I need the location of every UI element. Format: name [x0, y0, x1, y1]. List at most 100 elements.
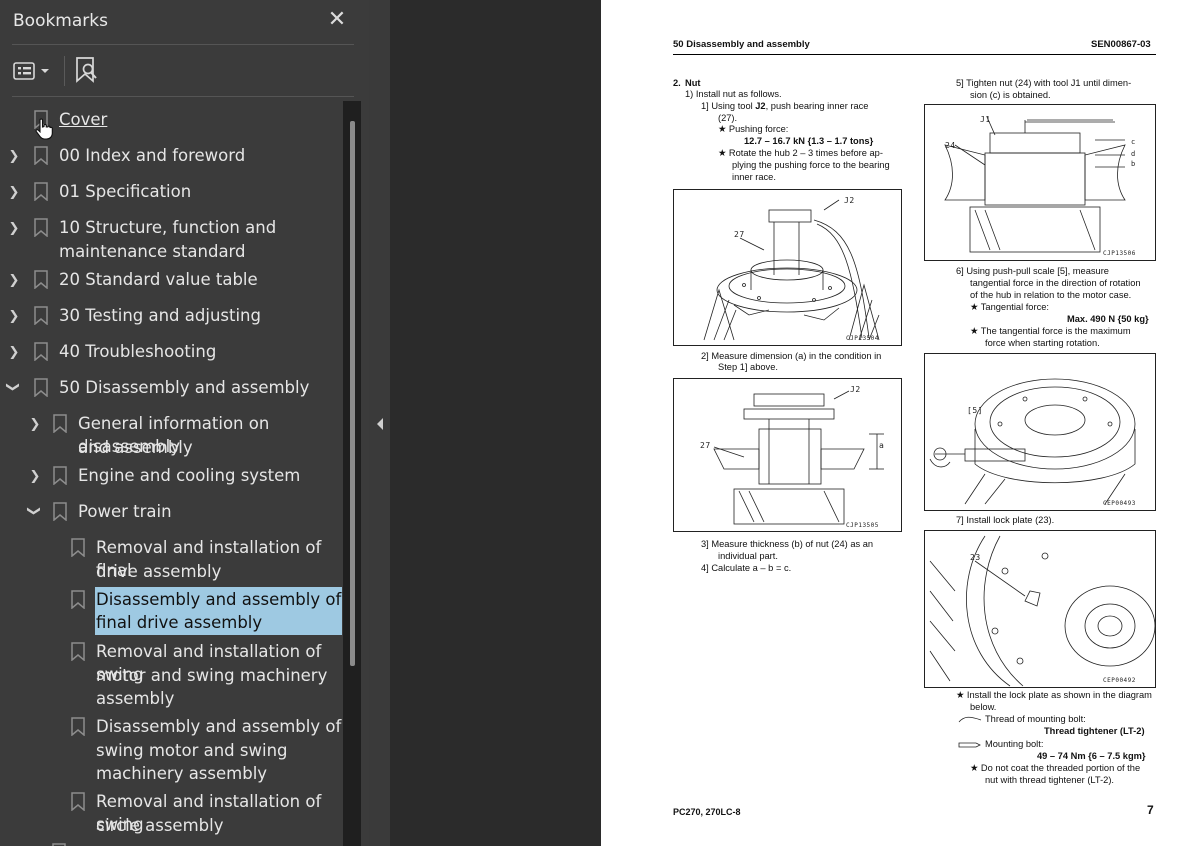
toolbar-divider [64, 56, 65, 86]
doc-text: nut with thread tightener (LT-2). [985, 775, 1115, 785]
bookmark-icon [71, 642, 85, 661]
bookmark-label: Cover [59, 110, 108, 129]
bookmark-troubleshooting[interactable]: ❯ 40 Troubleshooting [0, 340, 346, 364]
technical-drawing [944, 116, 1126, 253]
doc-text: force when starting rotation. [985, 338, 1100, 348]
bookmark-label: 40 Troubleshooting [59, 342, 217, 361]
figure-label: 27 [700, 441, 711, 450]
header-divider [12, 44, 354, 45]
bookmark-label: Power train [78, 502, 172, 521]
figure-label: J2 [844, 196, 855, 205]
figure-tighten-nut: CJP13506 J1 24 c d b [924, 104, 1156, 261]
bookmark-icon [34, 342, 48, 361]
step-number: 2. [673, 78, 681, 88]
figure-label: J1 [980, 115, 991, 124]
doc-text: Step 1] above. [718, 362, 778, 372]
doc-text: Thread of mounting bolt: [985, 714, 1086, 724]
scrollbar-thumb[interactable] [350, 121, 355, 666]
doc-text: Mounting bolt: [985, 739, 1044, 749]
pdf-viewer-window: Bookmarks ✕ Cover ❯ 00 Index and forewor… [0, 0, 1200, 846]
chevron-down-icon[interactable]: ❯ [25, 503, 45, 519]
bookmark-label: machinery assembly [96, 764, 268, 783]
figure-code: CJP13505 [846, 522, 879, 529]
bookmark-icon [34, 146, 48, 165]
bookmark-label: 00 Index and foreword [59, 146, 246, 165]
chevron-right-icon[interactable]: ❯ [6, 305, 22, 325]
close-icon[interactable]: ✕ [326, 8, 348, 30]
bookmark-testing-adjusting[interactable]: ❯ 30 Testing and adjusting [0, 304, 346, 328]
figure-label: 24 [945, 141, 956, 150]
bookmark-standard-value-table[interactable]: ❯ 20 Standard value table [0, 268, 346, 292]
bookmark-disassembly-assembly[interactable]: ❯ 50 Disassembly and assembly [0, 376, 346, 400]
bookmark-label: motor and swing machinery [96, 666, 328, 685]
chevron-right-icon[interactable]: ❯ [6, 217, 22, 237]
figure-code: CEP00492 [1103, 677, 1136, 684]
doc-text: Max. 490 N {50 kg} [1067, 314, 1149, 324]
bookmark-specification[interactable]: ❯ 01 Specification [0, 180, 346, 204]
find-bookmark-button[interactable] [74, 56, 100, 84]
figure-code: CEP00493 [1103, 500, 1136, 507]
doc-text: 1) Install nut as follows. [685, 89, 782, 99]
doc-text: 49 – 74 Nm {6 – 7.5 kgm} [1037, 751, 1146, 761]
technical-drawing [703, 199, 880, 341]
doc-text: 6] Using push-pull scale [5], measure [956, 266, 1109, 276]
bookmark-index-foreword[interactable]: ❯ 00 Index and foreword [0, 144, 346, 168]
chevron-right-icon[interactable]: ❯ [27, 465, 43, 485]
collapse-panel-icon[interactable] [375, 417, 385, 431]
figure-label: b [1131, 160, 1136, 168]
figure-label: J2 [850, 385, 861, 394]
header-rule [673, 54, 1156, 55]
bookmark-power-train[interactable]: ❯ Power train [0, 500, 346, 524]
bookmark-label: 50 Disassembly and assembly [59, 378, 310, 397]
chevron-right-icon[interactable]: ❯ [6, 269, 22, 289]
bookmark-cover[interactable]: Cover [0, 108, 346, 140]
page-number: 7 [1147, 803, 1154, 817]
doc-text: 4] Calculate a – b = c. [701, 563, 792, 573]
bookmark-icon [34, 270, 48, 289]
figure-label: c [1131, 138, 1136, 146]
step-title: Nut [685, 78, 701, 88]
bookmark-general-information[interactable]: ❯ General information on disassembly and… [0, 412, 346, 460]
figure-code: CJP13506 [1103, 250, 1136, 257]
bookmarks-panel: Bookmarks ✕ Cover ❯ 00 Index and forewor… [0, 0, 369, 846]
doc-text: (27). [718, 113, 738, 123]
bookmark-removal-swing-circle[interactable]: Removal and installation of swing circle… [0, 790, 346, 838]
bookmark-label: 10 Structure, function and [59, 218, 277, 237]
bookmark-removal-final-drive[interactable]: Removal and installation of final drive … [0, 536, 346, 584]
doc-text: inner race. [732, 172, 776, 182]
bookmark-disassembly-final-drive[interactable]: Disassembly and assembly of final drive … [0, 587, 346, 636]
bookmark-tree: Cover ❯ 00 Index and foreword ❯ 01 Speci… [0, 101, 346, 846]
chevron-right-icon[interactable]: ❯ [6, 181, 22, 201]
bookmark-label: circle assembly [96, 816, 224, 835]
bookmark-options-button[interactable] [13, 60, 53, 82]
thread-icon [958, 716, 982, 723]
doc-text: below. [970, 702, 997, 712]
bookmark-icon [71, 717, 85, 736]
bookmark-label: Disassembly and assembly of [96, 717, 342, 736]
figure-measure-dimension: CJP13505 J2 27 a [673, 378, 902, 532]
chevron-down-icon[interactable]: ❯ [4, 379, 24, 395]
doc-text: individual part. [718, 551, 778, 561]
figure-push-pull-scale: CEP00493 [5] [924, 353, 1156, 511]
bookmark-label: assembly [96, 689, 175, 708]
chevron-right-icon[interactable]: ❯ [6, 145, 22, 165]
doc-text: 7] Install lock plate (23). [956, 515, 1055, 525]
bookmark-removal-swing-motor[interactable]: Removal and installation of swing motor … [0, 640, 346, 712]
bookmark-engine-cooling[interactable]: ❯ Engine and cooling system [0, 464, 346, 488]
chevron-right-icon[interactable]: ❯ [6, 341, 22, 361]
page-header-title: 50 Disassembly and assembly [673, 39, 810, 50]
find-bookmark-icon [76, 57, 97, 83]
figure-lock-plate: CEP00492 23 [924, 530, 1156, 688]
chevron-right-icon[interactable]: ❯ [27, 413, 43, 433]
bookmark-label: drive assembly [96, 562, 222, 581]
bookmark-icon [53, 502, 67, 521]
doc-text: 5] Tighten nut (24) with tool J1 until d… [956, 78, 1132, 88]
doc-text: plying the pushing force to the bearing [732, 160, 890, 170]
bookmark-structure-function[interactable]: ❯ 10 Structure, function and maintenance… [0, 216, 346, 264]
bookmark-label: 20 Standard value table [59, 270, 258, 289]
bookmark-disassembly-swing-motor[interactable]: Disassembly and assembly of swing motor … [0, 715, 346, 787]
figure-label: 23 [970, 553, 981, 562]
bookmark-icon [71, 792, 85, 811]
bolt-icon [958, 742, 981, 748]
bookmark-label: Disassembly and assembly of [96, 590, 342, 609]
